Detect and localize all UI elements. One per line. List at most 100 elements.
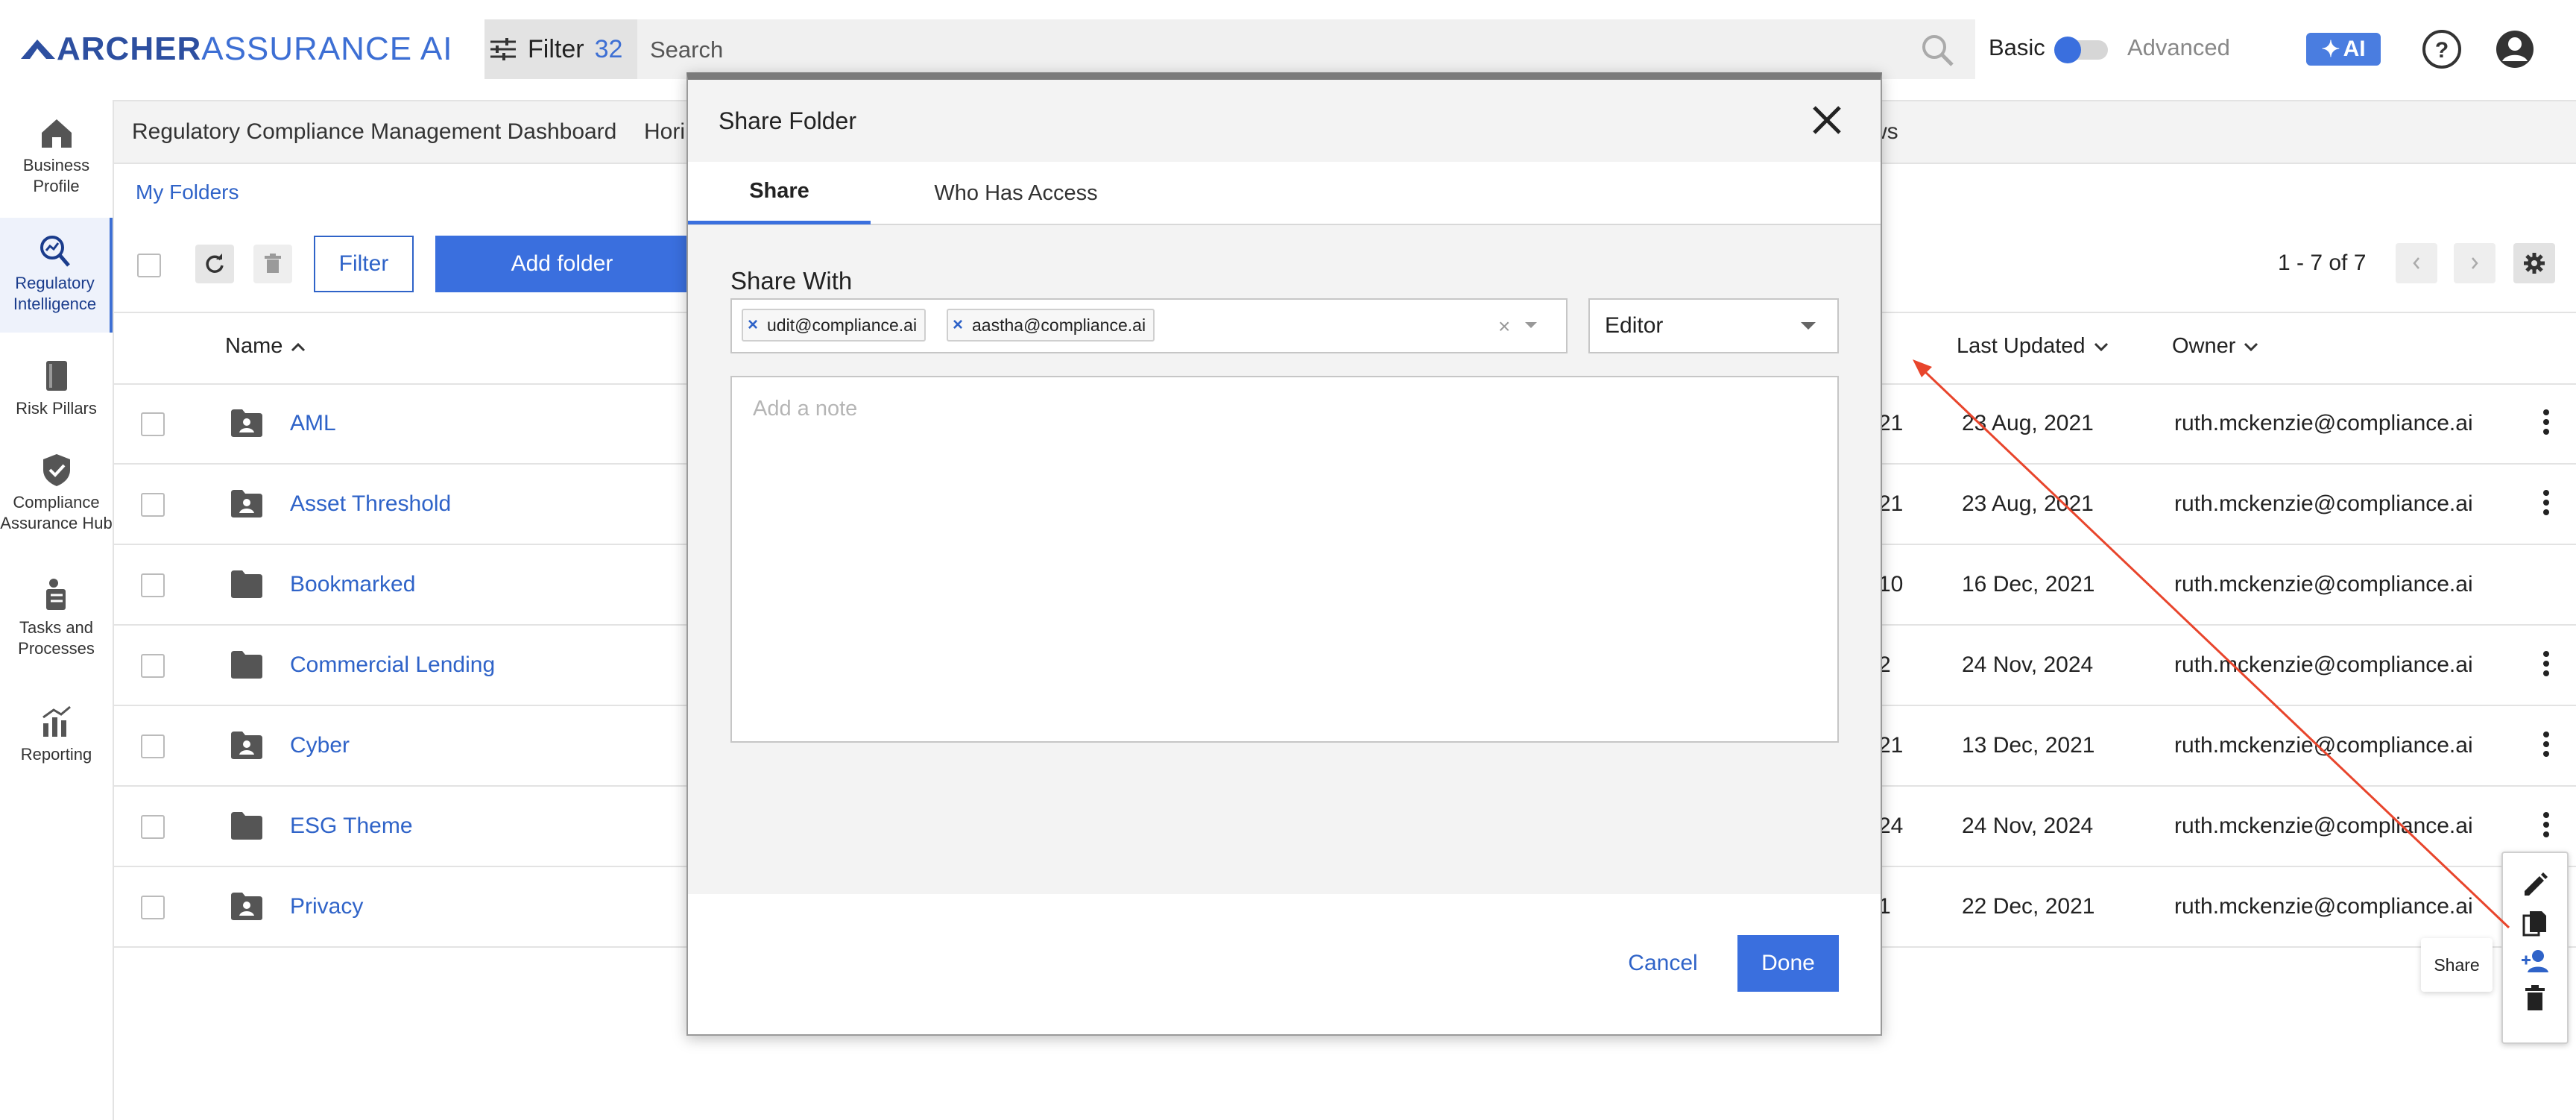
clear-recipients-icon[interactable]: × bbox=[1498, 315, 1510, 339]
folder-name-link[interactable]: Cyber bbox=[290, 733, 350, 758]
partial-date-cell: 21 bbox=[1878, 411, 1904, 435]
nav-item-reporting[interactable]: Reporting bbox=[0, 704, 113, 765]
owner-cell: ruth.mckenzie@compliance.ai bbox=[2174, 491, 2473, 516]
home-icon bbox=[37, 115, 76, 151]
next-page-button[interactable] bbox=[2454, 243, 2496, 283]
delete-icon[interactable] bbox=[2519, 983, 2551, 1014]
ai-button[interactable]: ✦ AI bbox=[2306, 33, 2381, 66]
breadcrumb[interactable]: My Folders bbox=[136, 180, 239, 204]
last-updated-cell: 13 Dec, 2021 bbox=[1962, 733, 2095, 758]
column-header-owner[interactable]: Owner bbox=[2172, 334, 2259, 359]
caret-down-icon bbox=[1799, 321, 1817, 331]
account-icon[interactable] bbox=[2494, 28, 2536, 70]
row-checkbox[interactable] bbox=[141, 412, 165, 436]
folder-filter-button[interactable]: Filter bbox=[314, 236, 414, 292]
owner-cell: ruth.mckenzie@compliance.ai bbox=[2174, 894, 2473, 919]
sparkle-icon: ✦ bbox=[2321, 37, 2340, 62]
folder-name-link[interactable]: Commercial Lending bbox=[290, 652, 495, 678]
nav-item-tasks-and-processes[interactable]: Tasks and Processes bbox=[0, 577, 113, 659]
more-vert-icon[interactable] bbox=[2529, 646, 2563, 681]
nav-item-business-profile[interactable]: Business Profile bbox=[0, 115, 113, 197]
prev-page-button[interactable] bbox=[2396, 243, 2437, 283]
folder-icon bbox=[230, 649, 264, 679]
nav-item-regulatory-intelligence[interactable]: Regulatory Intelligence bbox=[0, 218, 113, 333]
row-checkbox[interactable] bbox=[141, 896, 165, 919]
more-vert-icon[interactable] bbox=[2529, 485, 2563, 520]
owner-cell: ruth.mckenzie@compliance.ai bbox=[2174, 652, 2473, 677]
dialog-title: Share Folder bbox=[719, 107, 856, 134]
chevron-down-icon bbox=[2094, 342, 2108, 351]
more-vert-icon[interactable] bbox=[2529, 405, 2563, 439]
last-updated-cell: 24 Nov, 2024 bbox=[1962, 814, 2094, 838]
nav-item-label: Reporting bbox=[20, 745, 92, 764]
column-header-last-updated[interactable]: Last Updated bbox=[1957, 334, 2109, 359]
search-analytics-icon bbox=[36, 233, 75, 268]
remove-chip-icon[interactable]: × bbox=[748, 315, 758, 336]
book-icon bbox=[37, 358, 76, 394]
help-icon[interactable]: ? bbox=[2421, 28, 2463, 70]
tab-who-has-access[interactable]: Who Has Access bbox=[871, 162, 1161, 224]
note-textarea[interactable] bbox=[730, 376, 1839, 743]
share-person-add-icon[interactable] bbox=[2519, 946, 2551, 977]
more-vert-icon[interactable] bbox=[2529, 727, 2563, 761]
shared-folder-icon bbox=[230, 730, 264, 760]
done-button[interactable]: Done bbox=[1737, 935, 1839, 992]
folder-name-link[interactable]: Bookmarked bbox=[290, 572, 415, 597]
nav-item-risk-pillars[interactable]: Risk Pillars bbox=[0, 358, 113, 419]
owner-cell: ruth.mckenzie@compliance.ai bbox=[2174, 572, 2473, 597]
table-settings-button[interactable] bbox=[2513, 243, 2555, 283]
search-icon[interactable] bbox=[1920, 33, 1954, 67]
folder-name-link[interactable]: Privacy bbox=[290, 894, 363, 919]
tab-hori[interactable]: Hori bbox=[644, 119, 685, 145]
remove-chip-icon[interactable]: × bbox=[953, 315, 963, 336]
app-logo[interactable]: ARCHER ASSURANCE AI bbox=[19, 28, 452, 70]
refresh-button[interactable] bbox=[195, 245, 234, 283]
nav-item-label: Tasks and Processes bbox=[18, 618, 95, 658]
nav-item-compliance-assurance-hub[interactable]: Compliance Assurance Hub bbox=[0, 452, 113, 534]
row-checkbox[interactable] bbox=[141, 493, 165, 517]
dialog-header bbox=[688, 80, 1881, 162]
row-checkbox[interactable] bbox=[141, 815, 165, 839]
shared-folder-icon bbox=[230, 488, 264, 518]
row-checkbox[interactable] bbox=[141, 734, 165, 758]
folder-name-link[interactable]: ESG Theme bbox=[290, 814, 413, 839]
gear-icon bbox=[2524, 253, 2545, 274]
column-header-name[interactable]: Name bbox=[225, 334, 306, 359]
select-all-checkbox[interactable] bbox=[137, 254, 161, 277]
owner-cell: ruth.mckenzie@compliance.ai bbox=[2174, 814, 2473, 838]
folder-icon bbox=[230, 811, 264, 840]
delete-selected-button[interactable] bbox=[253, 245, 292, 283]
row-checkbox[interactable] bbox=[141, 654, 165, 678]
folder-name-link[interactable]: AML bbox=[290, 411, 336, 436]
partial-date-cell: 24 bbox=[1878, 814, 1904, 838]
tab-regulatory-compliance-dashboard[interactable]: Regulatory Compliance Management Dashboa… bbox=[132, 119, 616, 145]
trash-icon bbox=[265, 254, 281, 273]
mode-toggle-switch[interactable] bbox=[2051, 36, 2111, 64]
chevron-right-icon bbox=[2472, 257, 2478, 269]
row-checkbox[interactable] bbox=[141, 573, 165, 597]
more-vert-icon[interactable] bbox=[2529, 808, 2563, 842]
add-folder-button[interactable]: Add folder bbox=[435, 236, 689, 292]
tab-share[interactable]: Share bbox=[688, 162, 871, 224]
global-filter-button[interactable]: Filter 32 bbox=[484, 19, 637, 79]
search-input[interactable] bbox=[648, 19, 1919, 81]
sort-ascending-icon bbox=[291, 342, 306, 351]
pagination-range: 1 - 7 of 7 bbox=[2278, 251, 2367, 275]
folder-icon bbox=[230, 569, 264, 599]
close-icon[interactable] bbox=[1810, 103, 1844, 137]
edit-icon[interactable] bbox=[2519, 869, 2551, 901]
last-updated-cell: 23 Aug, 2021 bbox=[1962, 411, 2094, 435]
nav-item-label: Business Profile bbox=[22, 156, 90, 195]
cancel-button[interactable]: Cancel bbox=[1607, 935, 1719, 992]
column-header-label: Owner bbox=[2172, 334, 2236, 358]
recipient-chip: × aastha@compliance.ai bbox=[947, 309, 1155, 342]
shield-check-icon bbox=[37, 452, 76, 488]
caret-down-icon[interactable] bbox=[1524, 321, 1538, 330]
copy-icon[interactable] bbox=[2519, 908, 2551, 940]
last-updated-cell: 16 Dec, 2021 bbox=[1962, 572, 2095, 597]
folder-name-link[interactable]: Asset Threshold bbox=[290, 491, 451, 517]
sliders-icon bbox=[490, 38, 516, 60]
column-header-label: Name bbox=[225, 334, 283, 358]
partial-date-cell: 10 bbox=[1878, 572, 1904, 597]
svg-text:?: ? bbox=[2435, 38, 2449, 63]
